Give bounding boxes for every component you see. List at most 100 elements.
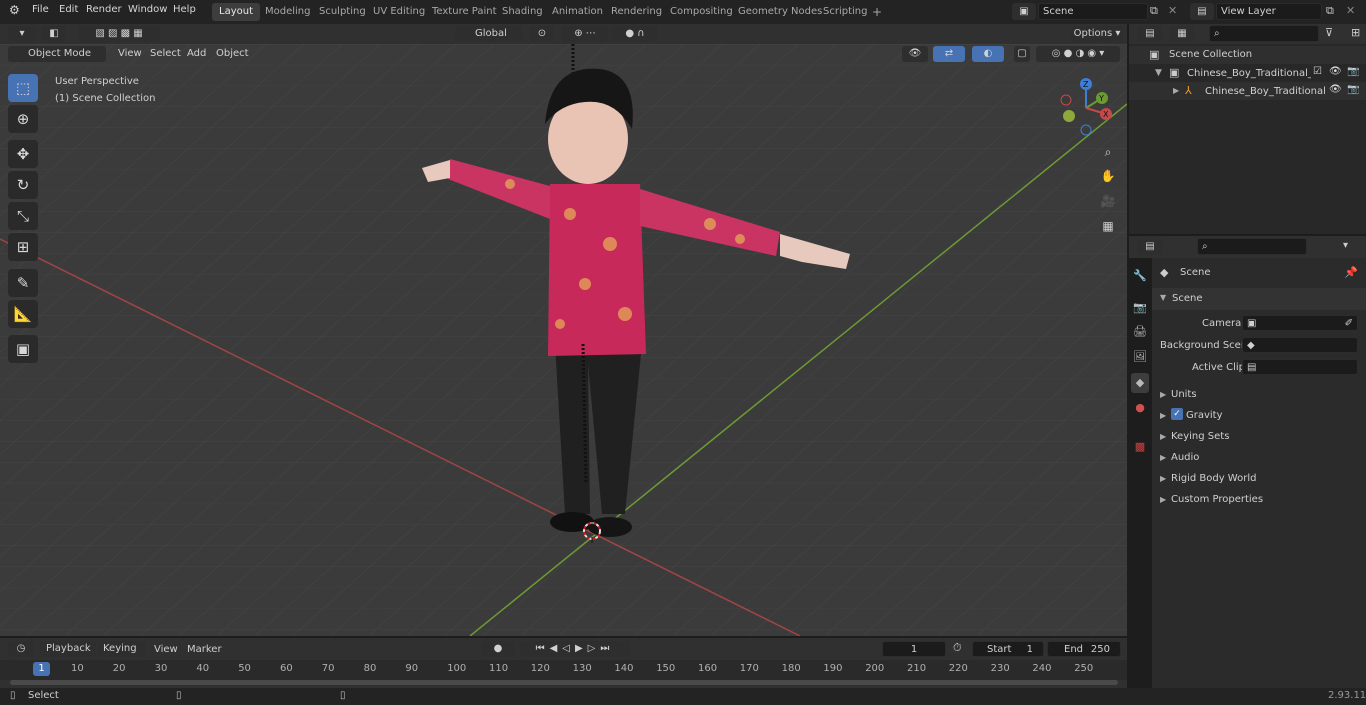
shading-mode-buttons[interactable]: ◎ ● ◑ ◉ ▾ [1036,46,1120,62]
scene-tab-icon[interactable]: ◆ [1131,373,1149,393]
menu-view[interactable]: View [118,48,142,59]
select-box-tool-icon[interactable]: ⬚ [8,74,38,102]
add-workspace-button[interactable]: + [865,2,889,20]
outliner-item-collection[interactable]: Chinese_Boy_Traditional_Tan [1187,68,1311,79]
3d-cursor-icon[interactable] [580,519,604,543]
proportional-edit-icon[interactable]: ● ∩ [612,26,658,42]
section-rigid-body-world[interactable]: ▶ Rigid Body World [1152,469,1366,490]
editor-type-icon[interactable]: ▾ [8,26,36,42]
camera-icon[interactable]: 📷 [1347,66,1359,77]
snap-icon[interactable]: ⊕ ⋯ [562,26,608,42]
playback-controls[interactable]: ⏮◀◁▶▷⏭ [520,641,630,657]
tool-tab-icon[interactable]: 🔧 [1131,266,1149,286]
3d-viewport[interactable]: User Perspective (1) Scene Collection Z … [0,44,1127,636]
zoom-icon[interactable]: ⌕ [1098,142,1118,162]
menu-object[interactable]: Object [216,48,249,59]
outliner-root[interactable]: Scene Collection [1169,49,1252,60]
camera-field[interactable]: ▣ ✐ [1242,315,1358,331]
scene-name-field[interactable]: Scene [1038,3,1148,20]
copy-scene-icon[interactable]: ⧉ [1150,4,1164,18]
section-keying-sets[interactable]: ▶ Keying Sets [1152,427,1366,448]
playback-dropdown[interactable]: Playback [40,641,96,657]
cursor-tool-icon[interactable]: ⊕ [8,105,38,133]
measure-tool-icon[interactable]: 📐 [8,300,38,328]
section-audio[interactable]: ▶ Audio [1152,448,1366,469]
options-dropdown[interactable]: Options ▾ [1071,26,1123,42]
filter-icon[interactable]: ⊽ [1325,26,1349,42]
menu-add[interactable]: Add [187,48,206,59]
start-frame-field[interactable]: Start 1 [972,641,1044,657]
stopwatch-icon[interactable]: ⏱ [953,641,969,657]
orientation-dropdown[interactable]: Global [455,26,523,42]
select-tool-icon[interactable]: ◧ [42,26,66,42]
pin-icon[interactable]: 📌 [1344,266,1358,279]
tab-rendering[interactable]: Rendering [604,3,669,21]
xray-icon[interactable]: ▢ [1014,46,1030,62]
outliner-search-input[interactable]: ⌕ [1209,25,1319,42]
properties-search-input[interactable]: ⌕ [1197,238,1307,255]
menu-window[interactable]: Window [128,4,167,15]
add-cube-tool-icon[interactable]: ▣ [8,335,38,363]
eye-icon[interactable]: 👁 [1329,66,1342,77]
close-icon[interactable]: ✕ [1168,4,1182,18]
visibility-icon[interactable]: 👁 [902,46,928,62]
transform-tool-icon[interactable]: ⊞ [8,233,38,261]
chevron-down-icon[interactable]: ▾ [1343,240,1348,251]
view-layer-tab-icon[interactable]: 🖼 [1131,347,1149,367]
timeline-menu-marker[interactable]: Marker [187,644,222,655]
tab-compositing[interactable]: Compositing [663,3,740,21]
timeline-editor-type-icon[interactable]: ◷ [8,641,34,657]
tab-uv-editing[interactable]: UV Editing [366,3,432,21]
new-collection-icon[interactable]: ⊞ [1351,26,1365,42]
menu-render[interactable]: Render [86,4,122,15]
gizmo-toggle-icon[interactable]: ⇄ [933,46,965,62]
rotate-tool-icon[interactable]: ↻ [8,171,38,199]
texture-tab-icon[interactable]: ▩ [1131,437,1149,457]
timeline-menu-view[interactable]: View [154,644,178,655]
keying-dropdown[interactable]: Keying [98,641,146,657]
annotate-tool-icon[interactable]: ✎ [8,269,38,297]
copy-view-layer-icon[interactable]: ⧉ [1326,4,1340,18]
timeline-scrollbar[interactable] [10,680,1118,685]
tab-modeling[interactable]: Modeling [258,3,318,21]
view-layer-field[interactable]: View Layer [1216,3,1322,20]
menu-edit[interactable]: Edit [59,4,78,15]
section-custom-properties[interactable]: ▶ Custom Properties [1152,490,1366,511]
tab-geometry-nodes[interactable]: Geometry Nodes [731,3,829,21]
current-frame-field[interactable]: 1 [882,641,946,657]
move-tool-icon[interactable]: ✥ [8,140,38,168]
character-model[interactable] [410,44,910,564]
expand-arrow-icon[interactable]: ▼ [1155,68,1162,78]
tab-texture-paint[interactable]: Texture Paint [425,3,504,21]
camera-view-icon[interactable]: 🎥 [1098,191,1118,211]
end-frame-field[interactable]: End 250 [1047,641,1121,657]
display-mode-icon[interactable]: ▦ [1169,26,1195,42]
frame-ruler[interactable]: 1 10 20 30 40 50 60 70 80 90 100 110 120 130 140 150 16… [0,660,1127,680]
scene-panel-header[interactable]: ▼ Scene [1152,288,1366,310]
scene-selector-icon[interactable]: ▣ [1012,3,1036,20]
close-icon[interactable]: ✕ [1346,4,1360,18]
gravity-checkbox[interactable]: ✓ [1171,408,1183,420]
background-scene-field[interactable]: ◆ [1242,337,1358,353]
tab-layout[interactable]: Layout [212,3,260,21]
navigation-gizmo[interactable]: Z Y X [1058,78,1118,138]
select-mode-buttons[interactable]: ▧ ▨ ▩ ▦ [78,26,160,42]
pivot-icon[interactable]: ⊙ [530,26,554,42]
pan-hand-icon[interactable]: ✋ [1098,166,1118,186]
playhead[interactable]: 1 [33,662,50,676]
eyedropper-icon[interactable]: ✐ [1345,318,1353,329]
output-tab-icon[interactable]: 🖨 [1131,322,1149,342]
outliner-editor-type-icon[interactable]: ▤ [1137,26,1163,42]
world-tab-icon[interactable]: ● [1131,398,1149,418]
section-gravity[interactable]: ▶ ✓ Gravity [1152,406,1366,427]
menu-help[interactable]: Help [173,4,196,15]
view-layer-selector-icon[interactable]: ▤ [1190,3,1214,20]
overlay-toggle-icon[interactable]: ◐ [972,46,1004,62]
outliner-item-armature[interactable]: Chinese_Boy_Traditional [1205,86,1326,97]
camera-icon[interactable]: 📷 [1347,84,1359,95]
render-tab-icon[interactable]: 📷 [1131,298,1149,318]
object-mode-dropdown[interactable]: Object Mode [8,46,106,62]
record-icon[interactable]: ● [481,641,515,657]
blender-logo-icon[interactable]: ⚙ [9,3,20,17]
tab-shading[interactable]: Shading [495,3,550,21]
